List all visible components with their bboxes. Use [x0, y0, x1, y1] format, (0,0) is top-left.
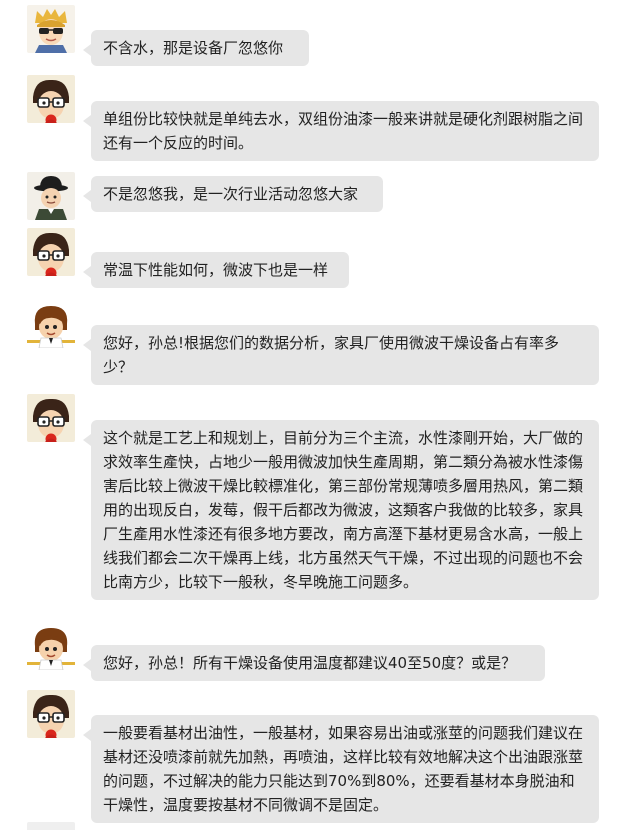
message-bubble: 常温下性能如何，微波下也是一样	[83, 252, 349, 288]
chat-thread: 不含水，那是设备厂忽悠你 单组份比较快就是单纯去水，双组份油漆一般来讲就是硬化剂…	[0, 0, 644, 830]
message-bubble: 这个就是工艺上和规划上，目前分为三个主流，水性漆剛开始，大厂做的求效率生產快，占…	[83, 420, 599, 600]
message-bubble: 单组份比较快就是单纯去水，双组份油漆一般来讲就是硬化剂跟树脂之间还有一个反应的时…	[83, 101, 599, 161]
brown-hair-avatar[interactable]	[27, 300, 75, 348]
message-bubble: 不含水，那是设备厂忽悠你	[83, 30, 309, 66]
sunglasses-avatar[interactable]	[27, 5, 75, 53]
message-bubble: 不是忽悠我，是一次行业活动忽悠大家	[83, 176, 383, 212]
glasses-avatar[interactable]	[27, 228, 75, 276]
glasses-avatar[interactable]	[27, 690, 75, 738]
message-bubble: 一般要看基材出油性，一般基材，如果容易出油或涨莖的问题我们建议在基材还没喷漆前就…	[83, 715, 599, 823]
glasses-avatar[interactable]	[27, 75, 75, 123]
message-bubble: 您好，孙总！所有干燥设备使用温度都建议40至50度？或是？	[83, 645, 545, 681]
message-bubble: 您好，孙总!根据您们的数据分析，家具厂使用微波干燥设备占有率多少？	[83, 325, 599, 385]
bowler-hat-avatar[interactable]	[27, 172, 75, 220]
brown-hair-avatar[interactable]	[27, 622, 75, 670]
glasses-avatar[interactable]	[27, 394, 75, 442]
partial-avatar	[27, 822, 75, 830]
